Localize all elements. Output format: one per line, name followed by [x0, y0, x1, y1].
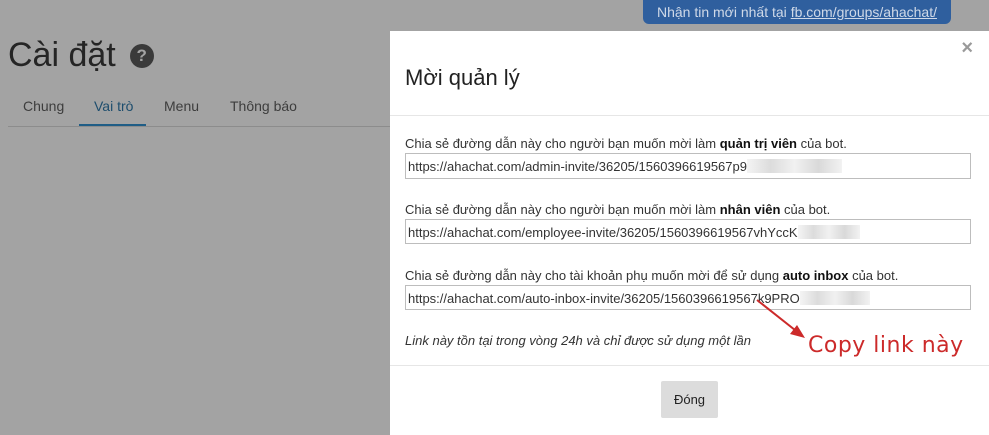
- annotation-arrow-icon: [756, 299, 805, 338]
- copy-link-annotation: Copy link này: [808, 333, 964, 358]
